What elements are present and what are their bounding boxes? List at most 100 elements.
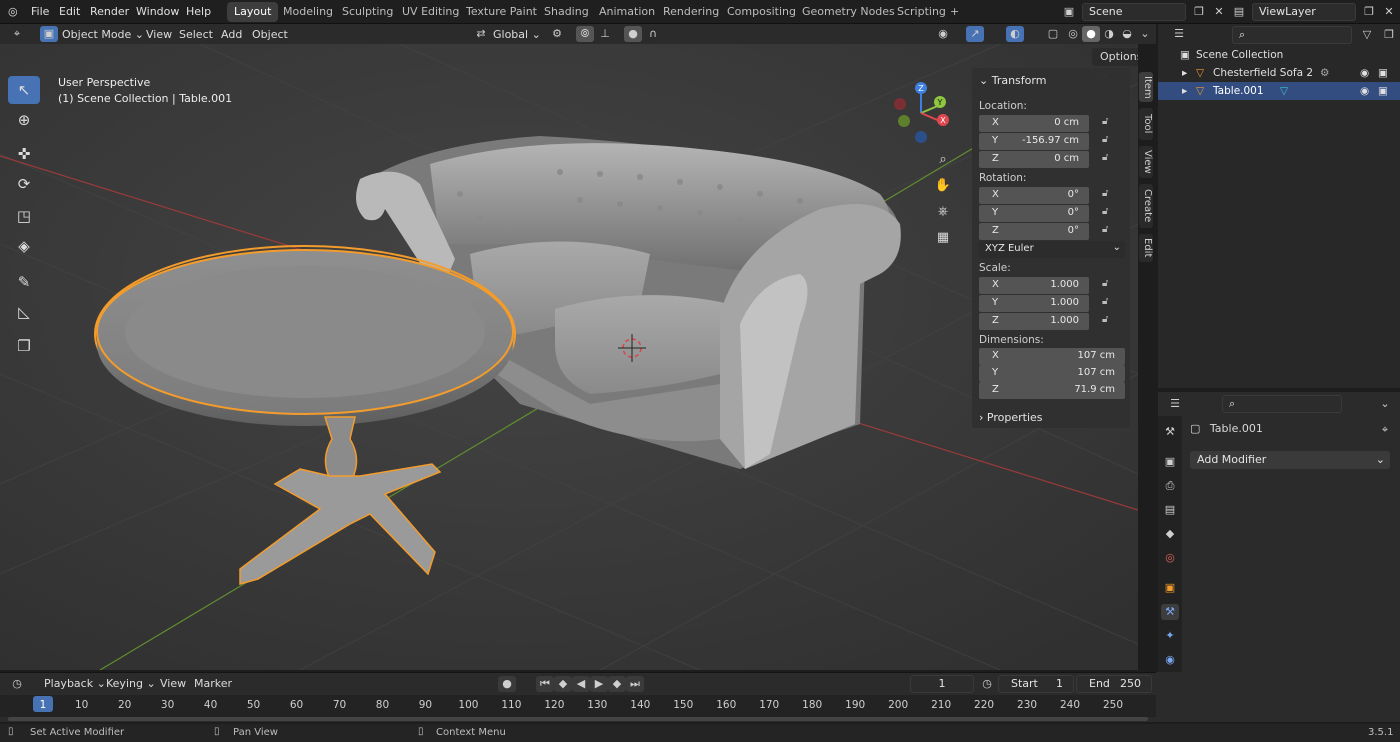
- clock-icon[interactable]: ◷: [978, 676, 996, 692]
- lock-icon[interactable]: 🔓︎: [1102, 206, 1108, 217]
- tab-geometry-nodes[interactable]: Geometry Nodes: [795, 2, 902, 22]
- outliner-search-input[interactable]: ⌕: [1232, 26, 1352, 44]
- marker-menu[interactable]: Marker: [194, 675, 232, 692]
- pan-hand-icon[interactable]: ✋: [930, 172, 956, 200]
- lock-icon[interactable]: 🔓︎: [1102, 152, 1108, 163]
- lock-icon[interactable]: 🔓︎: [1102, 314, 1108, 325]
- tab-create[interactable]: Create: [1139, 184, 1153, 228]
- rendered-shading-icon[interactable]: ◒: [1118, 26, 1136, 42]
- add-cube-tool[interactable]: ❐: [8, 332, 40, 360]
- annotate-tool[interactable]: ✎: [8, 268, 40, 296]
- camera-icon[interactable]: ⎈: [930, 198, 956, 226]
- rotation-z-field[interactable]: Z 0°: [979, 223, 1089, 240]
- expand-arrow-icon[interactable]: ▸: [1182, 64, 1187, 82]
- scale-y-field[interactable]: Y 1.000: [979, 295, 1089, 312]
- 3d-viewport[interactable]: ↖ ⊕ ✜ ⟳ ◳ ◈ ✎ ◺ ❐ User Perspective (1) S…: [0, 44, 1138, 670]
- lock-icon[interactable]: 🔓︎: [1102, 278, 1108, 289]
- camera-render-icon[interactable]: ▣: [1378, 64, 1388, 82]
- scale-x-field[interactable]: X 1.000: [979, 277, 1089, 294]
- menu-add[interactable]: Add: [221, 26, 242, 43]
- tab-compositing[interactable]: Compositing: [720, 2, 803, 22]
- lock-icon[interactable]: 🔓︎: [1102, 296, 1108, 307]
- snap-icon[interactable]: ⦾: [576, 26, 594, 42]
- rotate-tool[interactable]: ⟳: [8, 170, 40, 198]
- proportional-edit-icon[interactable]: ●: [624, 26, 642, 42]
- dimensions-y-field[interactable]: Y 107 cm: [979, 365, 1125, 382]
- next-keyframe-icon[interactable]: ◆: [608, 676, 626, 692]
- falloff-icon[interactable]: ∩: [644, 26, 662, 42]
- view-layer-properties-icon[interactable]: ▤: [1161, 502, 1179, 518]
- tab-modeling[interactable]: Modeling: [276, 2, 340, 22]
- rotation-x-field[interactable]: X 0°: [979, 187, 1089, 204]
- prev-keyframe-icon[interactable]: ◆: [554, 676, 572, 692]
- camera-render-icon[interactable]: ▣: [1378, 82, 1388, 100]
- menu-object[interactable]: Object: [252, 26, 288, 43]
- solid-shading-icon[interactable]: ●: [1082, 26, 1100, 42]
- keying-menu[interactable]: Keying ⌄: [106, 675, 156, 692]
- visibility-icon[interactable]: ◉: [934, 26, 952, 42]
- transform-panel-header[interactable]: ⌄ Transform: [979, 74, 1046, 87]
- physics-properties-icon[interactable]: ◉: [1161, 652, 1179, 668]
- orientation-dropdown[interactable]: Global ⌄: [493, 26, 541, 43]
- rotation-y-field[interactable]: Y 0°: [979, 205, 1089, 222]
- scene-icon[interactable]: ▣: [1060, 4, 1078, 20]
- expand-arrow-icon[interactable]: ▸: [1182, 82, 1187, 100]
- timeline-view-menu[interactable]: View: [160, 675, 186, 692]
- playback-menu[interactable]: Playback ⌄: [44, 675, 106, 692]
- tab-shading[interactable]: Shading: [537, 2, 596, 22]
- scale-tool[interactable]: ◳: [8, 202, 40, 230]
- tab-item[interactable]: Item: [1139, 72, 1153, 102]
- outliner-scene-collection[interactable]: ▣ Scene Collection: [1158, 46, 1400, 64]
- xray-icon[interactable]: ▢: [1044, 26, 1062, 42]
- tab-tool[interactable]: Tool: [1139, 108, 1153, 140]
- material-shading-icon[interactable]: ◑: [1100, 26, 1118, 42]
- tab-view[interactable]: View: [1139, 146, 1153, 178]
- remove-view-layer-icon[interactable]: ✕: [1380, 4, 1398, 20]
- play-reverse-icon[interactable]: ◀: [572, 676, 590, 692]
- lock-icon[interactable]: 🔓︎: [1102, 116, 1108, 127]
- location-z-field[interactable]: Z 0 cm: [979, 151, 1089, 168]
- menu-select[interactable]: Select: [179, 26, 213, 43]
- output-properties-icon[interactable]: ⎙: [1161, 478, 1179, 494]
- location-y-field[interactable]: Y -156.97 cm: [979, 133, 1089, 150]
- menu-file[interactable]: File: [31, 5, 49, 18]
- menu-render[interactable]: Render: [90, 5, 129, 18]
- view-layer-selector[interactable]: ViewLayer: [1252, 3, 1356, 21]
- filter-icon[interactable]: ▽: [1358, 27, 1376, 43]
- wireframe-shading-icon[interactable]: ◎: [1064, 26, 1082, 42]
- timeline-scrollbar[interactable]: [8, 717, 1148, 721]
- record-icon[interactable]: ●: [498, 676, 516, 692]
- menu-edit[interactable]: Edit: [59, 5, 80, 18]
- pivot-icon[interactable]: ⚙: [548, 26, 566, 42]
- move-tool[interactable]: ✜: [8, 140, 40, 168]
- snap-target-icon[interactable]: ⊥: [596, 26, 614, 42]
- transform-tool[interactable]: ◈: [8, 232, 40, 260]
- world-properties-icon[interactable]: ◎: [1161, 550, 1179, 566]
- tab-layout[interactable]: Layout: [227, 2, 279, 22]
- properties-panel-header[interactable]: › Properties: [979, 411, 1043, 424]
- perspective-grid-icon[interactable]: ▦: [930, 224, 956, 252]
- dimensions-z-field[interactable]: Z 71.9 cm: [979, 382, 1125, 399]
- menu-help[interactable]: Help: [186, 5, 211, 18]
- add-modifier-dropdown[interactable]: Add Modifier ⌄: [1190, 451, 1390, 469]
- particles-properties-icon[interactable]: ✦: [1161, 628, 1179, 644]
- measure-tool[interactable]: ◺: [8, 298, 40, 326]
- properties-editor-icon[interactable]: ☰: [1166, 396, 1184, 412]
- tool-properties-icon[interactable]: ⚒: [1161, 424, 1179, 440]
- pin-icon[interactable]: ⌖: [1376, 422, 1394, 438]
- gizmo-toggle-icon[interactable]: ↗: [966, 26, 984, 42]
- timeline-editor-icon[interactable]: ◷: [8, 676, 26, 692]
- editor-type-icon[interactable]: ⌖: [8, 26, 26, 42]
- outliner-item-sofa[interactable]: ▸ ▽ Chesterfield Sofa 2 ⚙ ◉ ▣: [1158, 64, 1400, 82]
- jump-end-icon[interactable]: ⏭: [626, 676, 644, 692]
- eye-icon[interactable]: ◉: [1360, 82, 1369, 100]
- lock-icon[interactable]: 🔓︎: [1102, 134, 1108, 145]
- scale-z-field[interactable]: Z 1.000: [979, 313, 1089, 330]
- menu-view[interactable]: View: [146, 26, 172, 43]
- tab-sculpting[interactable]: Sculpting: [335, 2, 400, 22]
- lock-icon[interactable]: 🔓︎: [1102, 188, 1108, 199]
- chevron-down-icon[interactable]: ⌄: [1376, 396, 1394, 412]
- select-tool[interactable]: ↖: [8, 76, 40, 104]
- outliner-editor-icon[interactable]: ☰: [1170, 26, 1188, 42]
- new-collection-icon[interactable]: ❐: [1380, 27, 1398, 43]
